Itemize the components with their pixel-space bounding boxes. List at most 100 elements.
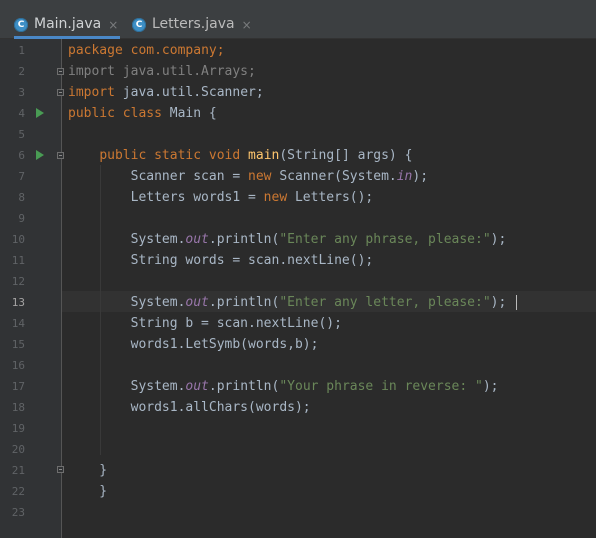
keyword-token: import bbox=[68, 85, 115, 100]
code-text: ); bbox=[490, 295, 507, 310]
keyword-token: public bbox=[99, 148, 147, 163]
string-literal: "Enter any phrase, please:" bbox=[279, 232, 491, 247]
closing-brace: } bbox=[68, 463, 108, 478]
code-text: .println( bbox=[208, 379, 280, 394]
line-number: 22 bbox=[11, 485, 25, 498]
code-line-4: public class Main { bbox=[68, 103, 217, 124]
run-arrow-icon[interactable] bbox=[36, 150, 44, 160]
text-caret bbox=[516, 295, 517, 310]
code-text: ); bbox=[482, 379, 499, 394]
close-icon[interactable]: × bbox=[108, 18, 118, 32]
code-line-1: package com.company; bbox=[68, 40, 225, 61]
line-number: 3 bbox=[18, 86, 25, 99]
code-line-7: Scanner scan = new Scanner(System.in); bbox=[68, 166, 428, 187]
code-line-3: import java.util.Scanner; bbox=[68, 82, 264, 103]
keyword-token: package bbox=[68, 43, 123, 58]
editor-tab-bar: C Main.java × C Letters.java × bbox=[0, 0, 596, 39]
line-number: 10 bbox=[11, 233, 25, 246]
code-text: System. bbox=[68, 232, 186, 247]
unused-import: import java.util.Arrays; bbox=[68, 64, 256, 79]
code-text: words1.allChars(words); bbox=[68, 400, 311, 415]
code-line-11: String words = scan.nextLine(); bbox=[68, 250, 374, 271]
line-number: 23 bbox=[11, 506, 25, 519]
class-declaration: Main { bbox=[161, 106, 217, 121]
tab-letters-java[interactable]: C Letters.java × bbox=[132, 10, 252, 39]
code-line-8: Letters words1 = new Letters(); bbox=[68, 187, 374, 208]
line-number: 18 bbox=[11, 401, 25, 414]
keyword-token: static bbox=[154, 148, 202, 163]
keyword-token: class bbox=[122, 106, 162, 121]
code-line-6: public static void main(String[] args) { bbox=[68, 145, 412, 166]
code-text: .println( bbox=[208, 232, 280, 247]
tab-label: Main.java bbox=[34, 16, 102, 32]
code-line-22: } bbox=[68, 481, 107, 502]
line-number: 19 bbox=[11, 422, 25, 435]
line-number: 11 bbox=[11, 254, 25, 267]
code-text: ); bbox=[490, 232, 507, 247]
keyword-token: new bbox=[248, 169, 272, 184]
line-number: 20 bbox=[11, 443, 25, 456]
line-number: 21 bbox=[11, 464, 25, 477]
code-line-17: System.out.println("Your phrase in rever… bbox=[68, 376, 499, 397]
fold-marker-icon[interactable] bbox=[57, 466, 64, 473]
string-literal: "Enter any letter, please:" bbox=[279, 295, 491, 310]
code-line-10: System.out.println("Enter any phrase, pl… bbox=[68, 229, 507, 250]
line-number: 15 bbox=[11, 338, 25, 351]
line-number: 5 bbox=[18, 128, 25, 141]
line-number: 17 bbox=[11, 380, 25, 393]
static-field: in bbox=[396, 169, 413, 184]
code-line-2: import java.util.Arrays; bbox=[68, 61, 256, 82]
code-text: System. bbox=[68, 379, 186, 394]
line-number: 7 bbox=[18, 170, 25, 183]
line-number: 8 bbox=[18, 191, 25, 204]
code-line-14: String b = scan.nextLine(); bbox=[68, 313, 342, 334]
java-class-icon: C bbox=[14, 18, 28, 32]
code-text: .println( bbox=[208, 295, 280, 310]
java-class-icon: C bbox=[132, 18, 146, 32]
line-number: 14 bbox=[11, 317, 25, 330]
code-text: Letters(); bbox=[287, 190, 374, 205]
tab-main-java[interactable]: C Main.java × bbox=[14, 10, 120, 39]
string-literal: "Your phrase in reverse: " bbox=[279, 379, 483, 394]
code-text: Letters words1 = bbox=[68, 190, 264, 205]
code-line-15: words1.LetSymb(words,b); bbox=[68, 334, 319, 355]
fold-marker-icon[interactable] bbox=[57, 152, 64, 159]
code-text: Scanner(System. bbox=[271, 169, 397, 184]
code-text: String words = scan.nextLine(); bbox=[68, 253, 374, 268]
line-number: 1 bbox=[18, 44, 25, 57]
code-text: ); bbox=[412, 169, 429, 184]
fold-marker-icon[interactable] bbox=[57, 89, 64, 96]
keyword-token: new bbox=[263, 190, 288, 205]
line-number: 4 bbox=[18, 107, 25, 120]
keyword-token: public bbox=[68, 106, 115, 121]
close-icon[interactable]: × bbox=[242, 18, 252, 32]
static-field: out bbox=[185, 232, 209, 247]
keyword-token: void bbox=[208, 148, 241, 163]
static-field: out bbox=[185, 379, 209, 394]
code-text: String b = scan.nextLine(); bbox=[68, 316, 342, 331]
line-number: 12 bbox=[11, 275, 25, 288]
line-number: 9 bbox=[18, 212, 25, 225]
line-number-current: 13 bbox=[11, 296, 25, 309]
code-text: words1.LetSymb(words,b); bbox=[68, 337, 319, 352]
code-line-21: } bbox=[68, 460, 107, 481]
run-arrow-icon[interactable] bbox=[36, 108, 44, 118]
package-name: com.company; bbox=[122, 43, 225, 58]
line-number: 16 bbox=[11, 359, 25, 372]
method-name: main bbox=[248, 148, 280, 163]
code-text: Scanner scan = bbox=[68, 169, 249, 184]
static-field: out bbox=[185, 295, 209, 310]
code-text: System. bbox=[68, 295, 186, 310]
closing-brace: } bbox=[68, 484, 108, 499]
code-line-18: words1.allChars(words); bbox=[68, 397, 311, 418]
line-number: 6 bbox=[18, 149, 25, 162]
fold-marker-icon[interactable] bbox=[57, 68, 64, 75]
tab-label: Letters.java bbox=[152, 16, 235, 32]
import-path: java.util.Scanner; bbox=[114, 85, 264, 100]
method-params: (String[] args) { bbox=[279, 148, 413, 163]
